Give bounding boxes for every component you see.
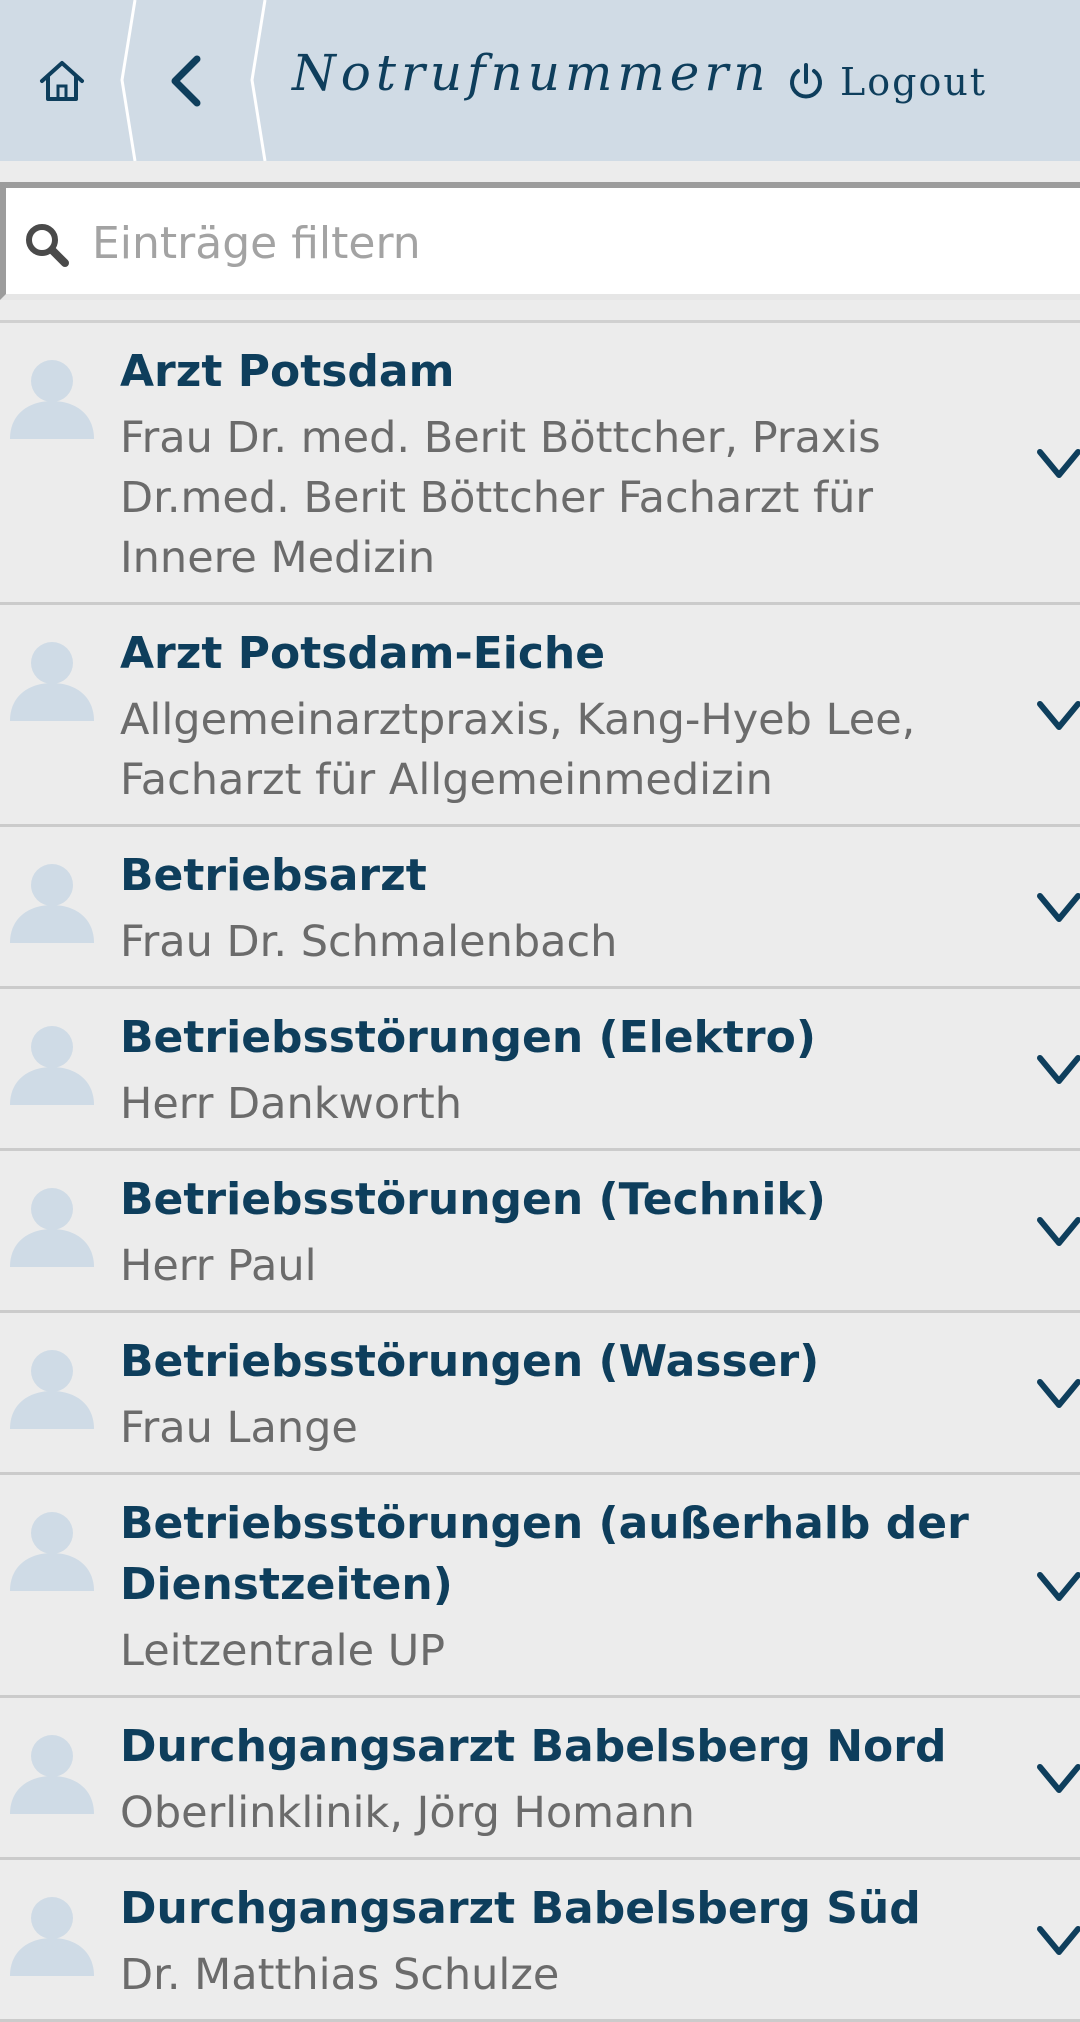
list-item[interactable]: Arzt Potsdam-Eiche Allgemeinarztpraxis, K… <box>0 605 1080 827</box>
list-item[interactable]: Betriebsarzt Frau Dr. Schmalenbach <box>0 827 1080 989</box>
avatar-icon <box>10 1026 94 1105</box>
list-item[interactable]: Betriebsstörungen (Wasser) Frau Lange <box>0 1313 1080 1475</box>
entry-title: Betriebsstörungen (Elektro) <box>120 1012 816 1063</box>
avatar-icon <box>10 1735 94 1814</box>
list-item[interactable]: Betriebsstörungen (Technik) Herr Paul <box>0 1151 1080 1313</box>
entry-subtitle: Frau Lange <box>120 1403 358 1453</box>
avatar-icon <box>10 1512 94 1591</box>
home-button[interactable] <box>0 0 124 161</box>
avatar-icon <box>10 1897 94 1976</box>
home-icon <box>40 60 84 101</box>
entry-text: Durchgangsarzt Babelsberg Süd Dr. Matthia… <box>120 1860 1020 2019</box>
chevron-down-icon[interactable] <box>1036 1374 1080 1414</box>
chevron-down-icon[interactable] <box>1036 696 1080 736</box>
list-item[interactable]: Betriebsstörungen (Elektro) Herr Dankwort… <box>0 989 1080 1151</box>
entry-subtitle: Dr. Matthias Schulze <box>120 1950 560 2000</box>
search-icon <box>26 224 69 267</box>
entry-text: Betriebsstörungen (Elektro) Herr Dankwort… <box>120 989 1020 1148</box>
entry-title: Durchgangsarzt Babelsberg Nord <box>120 1721 947 1772</box>
entry-text: Arzt Potsdam-Eiche Allgemeinarztpraxis, K… <box>120 605 1020 824</box>
entry-title: Arzt Potsdam-Eiche <box>120 628 606 679</box>
avatar-icon <box>10 1350 94 1429</box>
avatar-icon <box>10 1188 94 1267</box>
chevron-down-icon[interactable] <box>1036 1050 1080 1090</box>
logout-button[interactable]: Logout <box>786 52 987 112</box>
entry-subtitle: Allgemeinarztpraxis, Kang-Hyeb Lee, Fach… <box>120 695 916 805</box>
entry-title: Betriebsstörungen (Wasser) <box>120 1336 820 1387</box>
entry-subtitle: Herr Dankworth <box>120 1079 462 1129</box>
chevron-down-icon[interactable] <box>1036 888 1080 928</box>
chevron-left-icon <box>171 55 201 106</box>
search-input[interactable] <box>90 202 1054 284</box>
list-item[interactable]: Betriebsstörungen (außerhalb der Dienstz… <box>0 1475 1080 1698</box>
avatar-icon <box>10 642 94 721</box>
entry-subtitle: Herr Paul <box>120 1241 317 1291</box>
contact-list: Arzt Potsdam Frau Dr. med. Berit Böttcher… <box>0 323 1080 2022</box>
entry-subtitle: Frau Dr. med. Berit Böttcher, Praxis Dr.… <box>120 413 881 583</box>
entry-text: Arzt Potsdam Frau Dr. med. Berit Böttcher… <box>120 323 1020 602</box>
entry-title: Betriebsstörungen (außerhalb der Dienstz… <box>120 1498 969 1610</box>
entry-title: Durchgangsarzt Babelsberg Süd <box>120 1883 921 1934</box>
logout-label: Logout <box>840 60 988 104</box>
entry-subtitle: Oberlinklinik, Jörg Homann <box>120 1788 695 1838</box>
entry-subtitle: Leitzentrale UP <box>120 1626 446 1676</box>
back-button[interactable] <box>130 0 240 161</box>
avatar-icon <box>10 360 94 439</box>
entry-text: Betriebsarzt Frau Dr. Schmalenbach <box>120 827 1020 986</box>
entry-text: Durchgangsarzt Babelsberg Nord Oberlinkli… <box>120 1698 1020 1857</box>
avatar-icon <box>10 864 94 943</box>
power-icon <box>790 63 822 99</box>
entry-text: Betriebsstörungen (außerhalb der Dienstz… <box>120 1475 1020 1695</box>
entry-text: Betriebsstörungen (Wasser) Frau Lange <box>120 1313 1020 1472</box>
entry-title: Betriebsstörungen (Technik) <box>120 1174 826 1225</box>
chevron-down-icon[interactable] <box>1036 1567 1080 1607</box>
entry-title: Betriebsarzt <box>120 850 427 901</box>
chevron-down-icon[interactable] <box>1036 1759 1080 1799</box>
chevron-down-icon[interactable] <box>1036 1212 1080 1252</box>
search-bar <box>0 182 1080 300</box>
entry-text: Betriebsstörungen (Technik) Herr Paul <box>120 1151 1020 1310</box>
list-item[interactable]: Durchgangsarzt Babelsberg Nord Oberlinkli… <box>0 1698 1080 1860</box>
entry-title: Arzt Potsdam <box>120 346 455 397</box>
chevron-down-icon[interactable] <box>1036 444 1080 484</box>
entry-subtitle: Frau Dr. Schmalenbach <box>120 917 618 967</box>
list-item[interactable]: Durchgangsarzt Babelsberg Süd Dr. Matthia… <box>0 1860 1080 2022</box>
chevron-down-icon[interactable] <box>1036 1921 1080 1961</box>
page-title: Notrufnummern <box>292 44 771 102</box>
app-header: Notrufnummern Logout <box>0 0 1080 161</box>
list-item[interactable]: Arzt Potsdam Frau Dr. med. Berit Böttcher… <box>0 323 1080 605</box>
